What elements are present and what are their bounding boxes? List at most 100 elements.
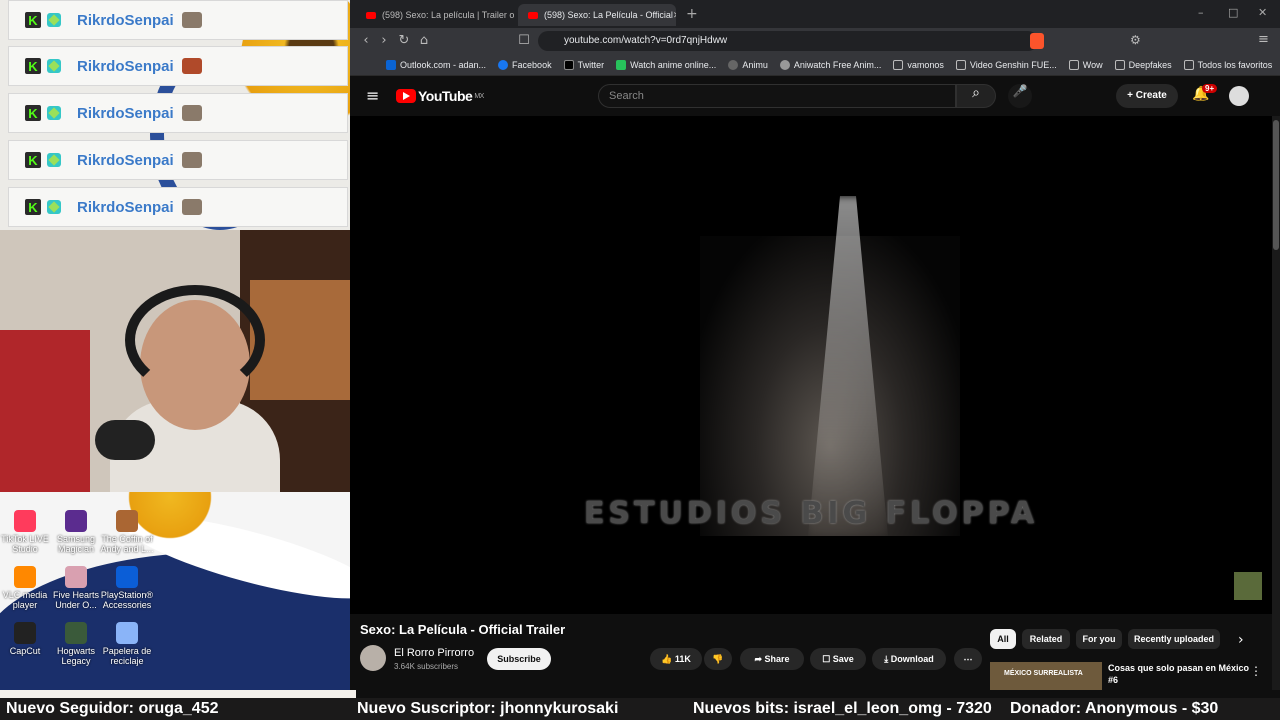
desktop-icon[interactable]: Papelera de reciclaje (97, 622, 157, 666)
microphone-icon (95, 420, 155, 460)
ticker-subscriber: Nuevo Suscriptor: jhonnykurosaki (357, 700, 619, 717)
url-input[interactable]: youtube.com/watch?v=0rd7qnjHdww (538, 31, 1038, 51)
chat-username: RikrdoSenpai (77, 11, 174, 29)
brave-shield-icon[interactable] (1030, 33, 1044, 49)
anime-icon (616, 59, 627, 70)
gem-badge-icon (47, 13, 61, 27)
channel-name[interactable]: El Rorro Pirrorro (394, 647, 474, 659)
subscribe-button[interactable]: Subscribe (487, 648, 551, 670)
video-title: Sexo: La Película - Official Trailer (360, 622, 566, 637)
video-overlay-text: ESTUDIOS BIG FLOPPA (583, 496, 1039, 531)
search-input[interactable]: Search (598, 84, 956, 108)
chat-message: K RikrdoSenpai (8, 93, 348, 133)
bookmark-folder[interactable]: vamonos (893, 59, 944, 70)
channel-avatar[interactable] (360, 645, 386, 671)
scrollbar-thumb[interactable] (1273, 120, 1279, 250)
more-actions-button[interactable]: ⋯ (954, 648, 982, 670)
dislike-button[interactable]: 👎 (704, 648, 732, 670)
bookmark-item[interactable]: Outlook.com - adan... (386, 59, 486, 70)
bookmark-folder[interactable]: Wow (1068, 59, 1103, 70)
kick-badge-icon: K (25, 199, 41, 215)
share-icon: ➦ (754, 654, 762, 664)
emote-icon (181, 58, 202, 74)
close-tab-icon[interactable]: ✕ (673, 10, 676, 21)
chip-all[interactable]: All (990, 629, 1016, 649)
bookmark-icon[interactable]: ☐ (516, 33, 532, 49)
hamburger-menu-icon[interactable]: ≡ (366, 86, 379, 105)
forward-button[interactable]: › (376, 33, 392, 49)
extensions-icon[interactable]: ⚙ (1130, 33, 1141, 47)
chat-username: RikrdoSenpai (77, 57, 174, 75)
download-button[interactable]: ⤓ Download (872, 648, 946, 670)
chip-related[interactable]: Related (1022, 629, 1070, 649)
kick-badge-icon: K (25, 105, 41, 121)
kick-badge-icon: K (25, 152, 41, 168)
chat-panel: K RikrdoSenpai K RikrdoSenpai K RikrdoSe… (0, 0, 356, 230)
alerts-ticker: Nuevo Seguidor: oruga_452 Nuevo Suscript… (0, 698, 1280, 720)
home-button[interactable]: ⌂ (416, 33, 432, 49)
desktop-icon[interactable]: PlayStation® Accessories (97, 566, 157, 610)
chat-username: RikrdoSenpai (77, 151, 174, 169)
account-avatar[interactable] (1229, 86, 1249, 106)
all-bookmarks-folder[interactable]: Todos los favoritos (1183, 59, 1272, 70)
gem-badge-icon (47, 59, 61, 73)
bookmark-folder[interactable]: Deepfakes (1114, 59, 1172, 70)
capcut-icon (14, 622, 36, 644)
gem-badge-icon (47, 106, 61, 120)
share-button[interactable]: ➦ Share (740, 648, 804, 670)
bookmark-item[interactable]: Twitter (563, 59, 604, 70)
microphone-icon: 🎤 (1012, 84, 1028, 98)
related-video-title[interactable]: Cosas que solo pasan en México #6 (1108, 662, 1258, 686)
chip-for-you[interactable]: For you (1076, 629, 1122, 649)
bookmark-item[interactable]: Animu (728, 59, 768, 70)
search-button[interactable]: ⌕ (956, 84, 996, 108)
chat-message: K RikrdoSenpai (8, 140, 348, 180)
bookmark-folder[interactable]: Video Genshin FUE... (955, 59, 1057, 70)
youtube-logo[interactable]: YouTube MX (396, 88, 484, 104)
scrollbar[interactable] (1272, 116, 1280, 690)
related-video-thumbnail[interactable]: MÉXICO SURREALISTA (990, 662, 1102, 690)
save-button[interactable]: ☐ Save (810, 648, 866, 670)
like-button[interactable]: 👍 11K (650, 648, 702, 670)
cabinet (250, 280, 350, 400)
stream-overlay: K RikrdoSenpai K RikrdoSenpai K RikrdoSe… (0, 0, 356, 720)
bookmarks-bar: Outlook.com - adan... Facebook Twitter W… (350, 54, 1280, 76)
tab-bar: (598) Sexo: La película | Trailer oficia… (350, 0, 1280, 28)
emote-icon (181, 105, 202, 121)
bookmark-item[interactable]: Facebook (498, 59, 552, 70)
reload-button[interactable]: ↻ (396, 33, 412, 49)
voice-search-button[interactable]: 🎤 (1008, 84, 1032, 108)
emote-icon (181, 199, 202, 215)
folder-icon (1114, 59, 1125, 70)
emote-icon (181, 12, 202, 28)
maximize-button[interactable]: □ (1228, 6, 1238, 19)
folder-icon (893, 59, 904, 70)
chip-recently-uploaded[interactable]: Recently uploaded (1128, 629, 1220, 649)
gem-badge-icon (47, 200, 61, 214)
bookmark-item[interactable]: Watch anime online... (616, 59, 716, 70)
video-player[interactable]: ESTUDIOS BIG FLOPPA (350, 116, 1272, 614)
playstation-icon (116, 566, 138, 588)
youtube-favicon-icon (528, 11, 538, 19)
region-label: MX (474, 92, 484, 100)
ticker-donation: Donador: Anonymous - $30 (1010, 700, 1219, 717)
channel-watermark[interactable] (1234, 572, 1262, 600)
close-window-button[interactable]: ✕ (1258, 6, 1267, 19)
bookmark-item[interactable]: Aniwatch Free Anim... (779, 59, 881, 70)
outlook-icon (386, 59, 396, 70)
browser-tab-active[interactable]: (598) Sexo: La Película - Official✕ (518, 4, 676, 26)
browser-tab[interactable]: (598) Sexo: La película | Trailer oficia… (356, 4, 514, 26)
facebook-icon (498, 59, 509, 70)
ticker-follower: Nuevo Seguidor: oruga_452 (6, 700, 219, 717)
desktop-icon[interactable]: The Coffin of Andy and L... (97, 510, 157, 554)
emote-icon (181, 152, 202, 168)
more-options-icon[interactable]: ⋮ (1250, 664, 1262, 678)
minimize-button[interactable]: – (1198, 6, 1204, 19)
twitter-icon (563, 59, 574, 70)
menu-icon[interactable]: ≡ (1258, 32, 1269, 47)
create-button[interactable]: + Create (1116, 84, 1178, 108)
chevron-right-icon[interactable]: › (1238, 632, 1244, 648)
back-button[interactable]: ‹ (358, 33, 374, 49)
new-tab-button[interactable]: + (686, 6, 698, 22)
thumbs-down-icon: 👎 (712, 654, 724, 664)
